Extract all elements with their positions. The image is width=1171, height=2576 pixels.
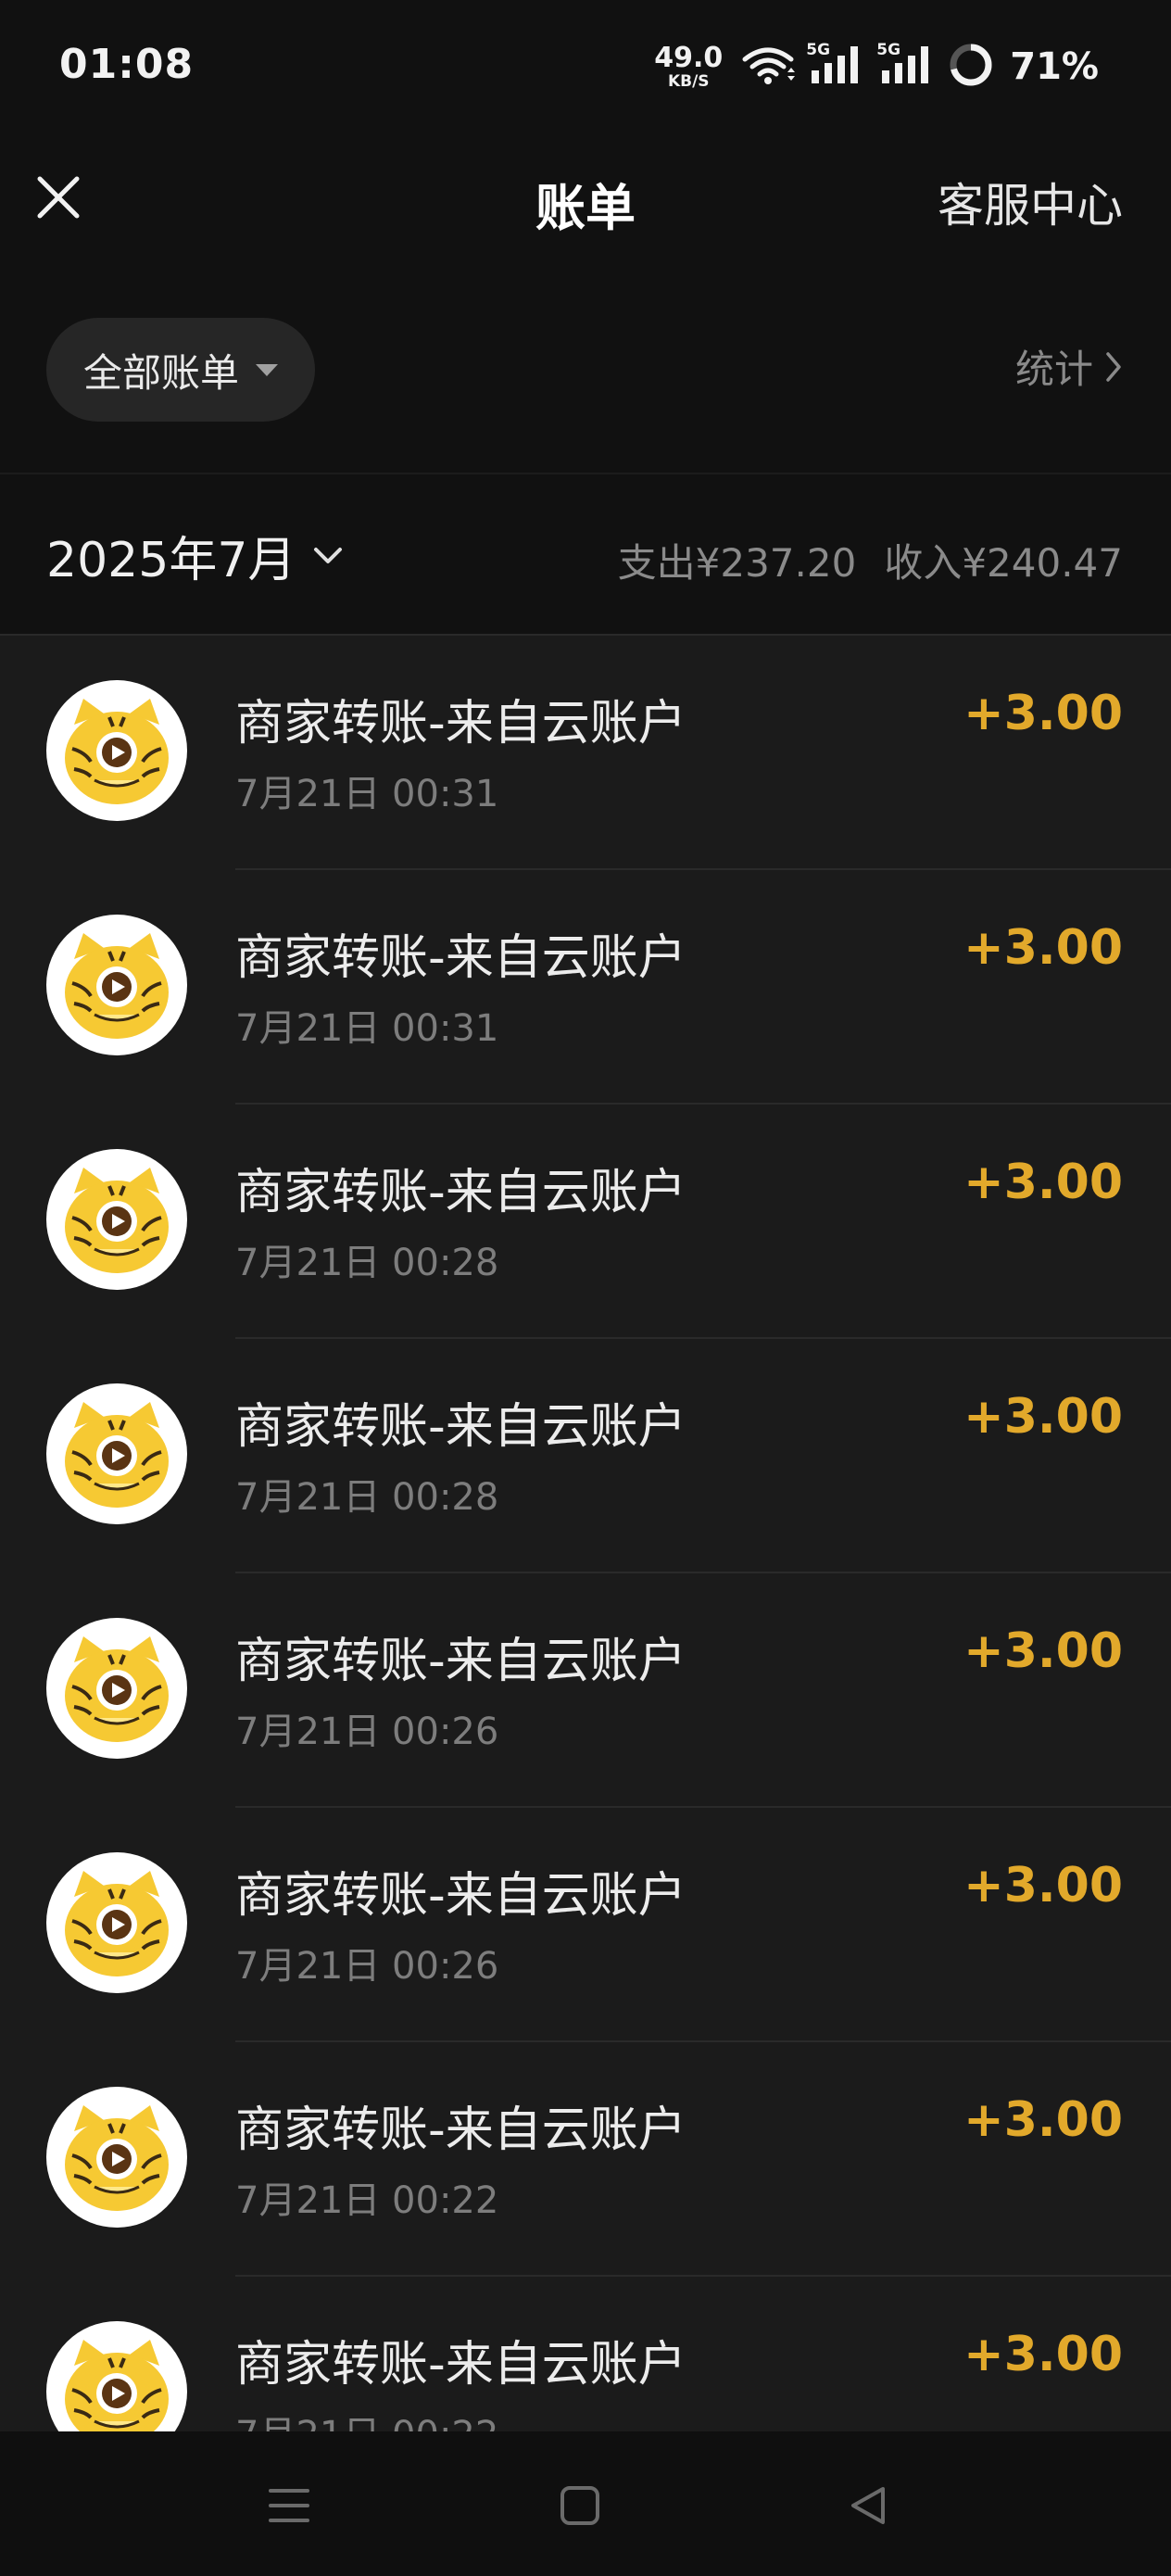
transaction-time: 7月21日 00:28	[235, 1476, 499, 1519]
month-label: 2025年7月	[46, 533, 296, 588]
transaction-list[interactable]: 商家转账-来自云账户 7月21日 00:31 +3.00 商家转账-来自云账户 …	[0, 636, 1171, 2431]
customer-service-link[interactable]: 客服中心	[938, 169, 1123, 235]
battery-percent: 71%	[1010, 45, 1099, 88]
transaction-title: 商家转账-来自云账户	[235, 1634, 686, 1689]
transaction-title: 商家转账-来自云账户	[235, 930, 686, 986]
signal-5g-2-label: 5G	[876, 41, 901, 59]
transaction-row[interactable]: 商家转账-来自云账户 7月21日 00:31 +3.00	[0, 636, 1171, 870]
transaction-amount: +3.00	[963, 920, 1123, 976]
month-selector[interactable]: 2025年7月	[46, 521, 344, 590]
tiger-mascot-icon	[46, 680, 187, 821]
transaction-title: 商家转账-来自云账户	[235, 1165, 686, 1220]
transaction-amount: +3.00	[963, 1623, 1123, 1679]
transaction-amount: +3.00	[963, 1155, 1123, 1210]
home-square-icon	[560, 2486, 599, 2525]
signal-5g-1-label: 5G	[806, 41, 831, 59]
menu-icon	[269, 2489, 309, 2522]
transaction-row[interactable]: 商家转账-来自云账户 7月21日 00:28 +3.00	[0, 1339, 1171, 1573]
filter-row: 全部账单 统计	[0, 264, 1171, 474]
chevron-right-icon	[1106, 351, 1121, 382]
status-indicators: 49.0 KB/S 5G 5G 71%	[654, 39, 1099, 95]
chevron-down-icon	[314, 547, 343, 563]
transaction-time: 7月21日 00:26	[235, 1711, 499, 1753]
bill-type-filter[interactable]: 全部账单	[46, 318, 315, 422]
month-totals: 支出¥237.20 收入¥240.47	[618, 532, 1123, 588]
transaction-amount: +3.00	[963, 2092, 1123, 2148]
transaction-time: 7月21日 00:31	[235, 773, 499, 815]
month-summary-bar: 2025年7月 支出¥237.20 收入¥240.47	[0, 474, 1171, 636]
transaction-title: 商家转账-来自云账户	[235, 2102, 686, 2158]
transaction-amount: +3.00	[963, 686, 1123, 741]
transaction-amount: +3.00	[963, 1389, 1123, 1445]
transaction-row[interactable]: 商家转账-来自云账户 7月21日 00:26 +3.00	[0, 1808, 1171, 2042]
transaction-row[interactable]: 商家转账-来自云账户 7月21日 00:31 +3.00	[0, 870, 1171, 1105]
system-navigation-bar	[0, 2431, 1171, 2576]
statistics-link[interactable]: 统计	[1015, 338, 1123, 395]
tiger-mascot-icon	[46, 1852, 187, 1993]
caret-down-icon	[256, 363, 278, 376]
nav-back-button[interactable]	[830, 2469, 904, 2543]
tiger-mascot-icon	[46, 2087, 187, 2228]
transaction-title: 商家转账-来自云账户	[235, 2337, 686, 2393]
transaction-title: 商家转账-来自云账户	[235, 696, 686, 751]
transaction-row[interactable]: 商家转账-来自云账户 7月21日 00:26 +3.00	[0, 1573, 1171, 1808]
tiger-mascot-icon	[46, 1149, 187, 1290]
transaction-amount: +3.00	[963, 2327, 1123, 2382]
transaction-time: 7月21日 00:28	[235, 1242, 499, 1284]
income-total: 收入¥240.47	[884, 540, 1123, 586]
back-triangle-icon	[851, 2487, 885, 2524]
status-bar: 01:08 49.0 KB/S 5G 5G 71%	[0, 0, 1171, 139]
status-time: 01:08	[59, 41, 195, 88]
transaction-title: 商家转账-来自云账户	[235, 1868, 686, 1924]
transaction-amount: +3.00	[963, 1858, 1123, 1913]
transaction-time: 7月21日 00:31	[235, 1007, 499, 1050]
tiger-mascot-icon	[46, 915, 187, 1055]
transaction-row[interactable]: 商家转账-来自云账户 7月21日 00:22 +3.00	[0, 2277, 1171, 2431]
wifi-icon	[741, 44, 796, 89]
transaction-row[interactable]: 商家转账-来自云账户 7月21日 00:28 +3.00	[0, 1105, 1171, 1339]
bill-type-filter-label: 全部账单	[82, 349, 239, 396]
expense-total: 支出¥237.20	[617, 540, 857, 586]
signal-5g-1: 5G	[806, 41, 865, 89]
network-speed-value: 49.0	[654, 41, 724, 74]
tiger-mascot-icon	[46, 1618, 187, 1759]
network-speed: 49.0 KB/S	[654, 44, 723, 90]
tiger-mascot-icon	[46, 2321, 187, 2431]
transaction-time: 7月21日 00:22	[235, 2405, 498, 2431]
nav-menu-button[interactable]	[252, 2469, 326, 2543]
transaction-time: 7月21日 00:26	[235, 1945, 499, 1988]
nav-home-button[interactable]	[543, 2469, 617, 2543]
transaction-row[interactable]: 商家转账-来自云账户 7月21日 00:22 +3.00	[0, 2042, 1171, 2277]
battery-ring-icon	[949, 43, 993, 91]
transaction-time: 7月21日 00:22	[235, 2179, 499, 2222]
signal-5g-2: 5G	[876, 41, 936, 89]
transaction-title: 商家转账-来自云账户	[235, 1399, 686, 1455]
statistics-label: 统计	[1014, 347, 1093, 392]
header: 账单 客服中心	[0, 139, 1171, 264]
tiger-mascot-icon	[46, 1383, 187, 1524]
network-speed-unit: KB/S	[667, 71, 710, 91]
